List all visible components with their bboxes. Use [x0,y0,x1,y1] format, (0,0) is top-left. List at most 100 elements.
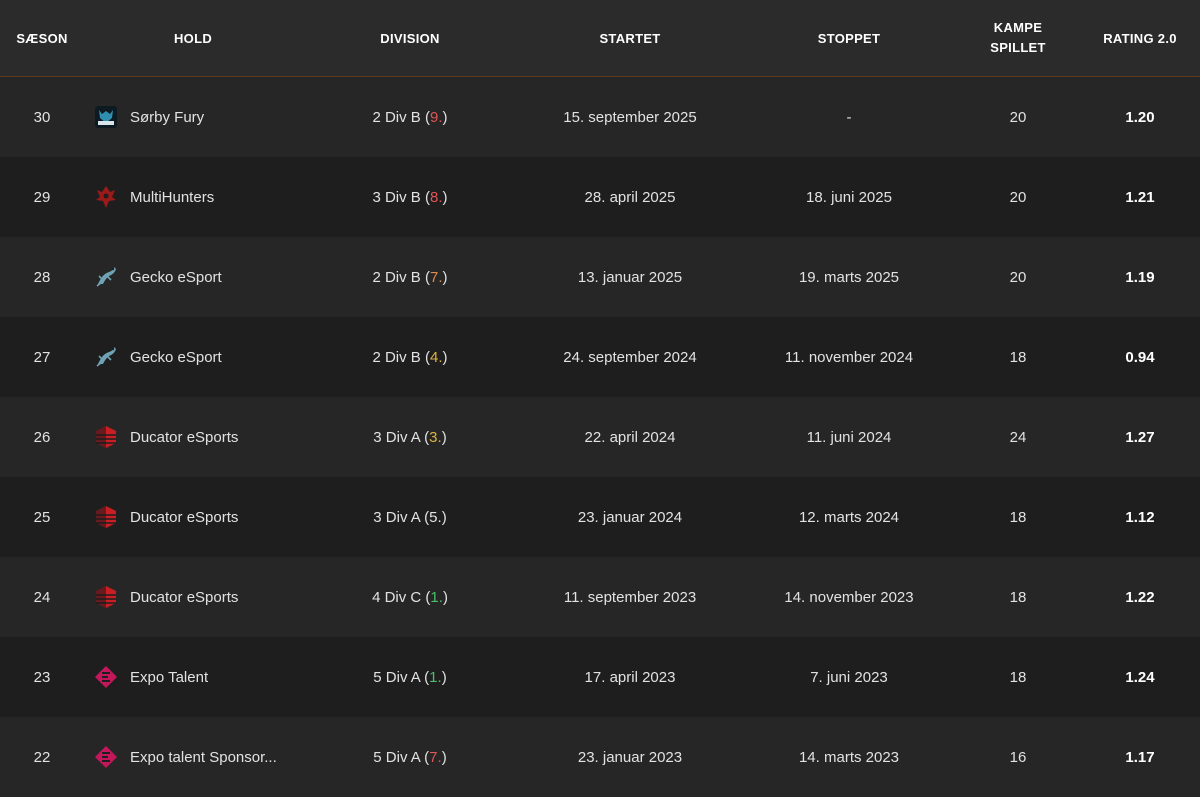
cell-started: 11. september 2023 [563,588,697,606]
header-season[interactable]: SÆSON [0,31,84,46]
cell-games-played: 18 [1009,348,1027,366]
cell-rating: 1.24 [1125,668,1155,686]
cell-division: 5 Div A (1.) [373,668,447,686]
division-name: 3 Div A [373,508,420,526]
cell-stopped: 11. november 2024 [784,348,914,366]
ducator-esports-logo-icon [92,423,120,451]
cell-stopped: 12. marts 2024 [798,508,900,526]
table-body: 30 Sørby Fury 2 Div B (9.) 15. september 20… [0,77,1200,797]
ducator-esports-logo-icon [92,503,120,531]
division-name: 5 Div A [373,668,420,686]
cell-season: 25 [33,508,51,526]
team-name-link[interactable]: Ducator eSports [130,589,238,606]
gecko-esport-logo-icon [92,263,120,291]
cell-games-played: 18 [1009,588,1027,606]
cell-stopped: 11. juni 2024 [806,428,892,446]
header-games-line1: KAMPE [993,20,1043,35]
cell-division: 5 Div A (7.) [373,748,447,766]
cell-team[interactable]: Expo Talent [84,663,302,691]
division-name: 2 Div B [372,348,421,366]
header-stopped[interactable]: STOPPET [742,31,956,46]
cell-started: 15. september 2025 [563,108,697,126]
cell-games-played: 16 [1009,748,1027,766]
header-started[interactable]: STARTET [518,31,742,46]
cell-started: 23. januar 2023 [577,748,683,766]
team-history-table: SÆSON HOLD DIVISION STARTET STOPPET KAMP… [0,0,1200,797]
cell-games-played: 20 [1009,108,1027,126]
cell-team[interactable]: Ducator eSports [84,503,302,531]
expo-talent-logo-icon [92,743,120,771]
cell-stopped: 14. november 2023 [784,588,914,606]
division-name: 2 Div B [372,108,421,126]
cell-season: 22 [33,748,51,766]
cell-division: 4 Div C (1.) [372,588,448,606]
cell-team[interactable]: Gecko eSport [84,343,302,371]
cell-division: 2 Div B (4.) [372,348,448,366]
table-row[interactable]: 27 Gecko eSport 2 Div B (4.) 24. september … [0,317,1200,397]
cell-stopped: 14. marts 2023 [798,748,900,766]
table-row[interactable]: 30 Sørby Fury 2 Div B (9.) 15. september 20… [0,77,1200,157]
table-row[interactable]: 25 Ducator eSports 3 Div A (5.) 23. januar … [0,477,1200,557]
team-name-link[interactable]: Gecko eSport [130,349,222,366]
cell-games-played: 18 [1009,668,1027,686]
cell-rating: 1.12 [1125,508,1155,526]
division-rank: 1. [429,668,442,686]
header-games-played[interactable]: KAMPE SPILLET [956,18,1080,58]
team-name-link[interactable]: MultiHunters [130,189,214,206]
cell-team[interactable]: MultiHunters [84,183,302,211]
cell-season: 30 [33,108,51,126]
cell-rating: 1.20 [1125,108,1155,126]
cell-season: 29 [33,188,51,206]
team-name-link[interactable]: Ducator eSports [130,429,238,446]
cell-stopped: 18. juni 2025 [806,188,892,206]
header-rating[interactable]: RATING 2.0 [1080,31,1200,46]
cell-started: 13. januar 2025 [577,268,683,286]
team-name-link[interactable]: Ducator eSports [130,509,238,526]
cell-team[interactable]: Gecko eSport [84,263,302,291]
header-team[interactable]: HOLD [84,31,302,46]
gecko-esport-logo-icon [92,343,120,371]
header-division[interactable]: DIVISION [302,31,518,46]
team-name-link[interactable]: Expo talent Sponsor... [130,749,277,766]
table-row[interactable]: 23 Expo Talent 5 Div A (1.) 17. april 2023 7… [0,637,1200,717]
cell-started: 28. april 2025 [584,188,676,206]
cell-games-played: 20 [1009,268,1027,286]
division-rank: 7. [429,748,442,766]
cell-team[interactable]: Ducator eSports [84,583,302,611]
cell-rating: 1.21 [1125,188,1155,206]
table-row[interactable]: 28 Gecko eSport 2 Div B (7.) 13. januar 202… [0,237,1200,317]
cell-division: 3 Div A (5.) [373,508,447,526]
division-rank: 9. [430,108,443,126]
cell-team[interactable]: Sørby Fury [84,103,302,131]
cell-stopped: 19. marts 2025 [798,268,900,286]
table-row[interactable]: 22 Expo talent Sponsor... 5 Div A (7.) 23. … [0,717,1200,797]
cell-games-played: 20 [1009,188,1027,206]
cell-season: 24 [33,588,51,606]
cell-team[interactable]: Ducator eSports [84,423,302,451]
division-rank: 3. [429,428,442,446]
cell-stopped: - [846,108,852,126]
table-row[interactable]: 26 Ducator eSports 3 Div A (3.) 22. april 2… [0,397,1200,477]
cell-rating: 1.17 [1125,748,1155,766]
division-rank: 4. [430,348,443,366]
header-games-line2: SPILLET [990,40,1046,55]
division-rank: 5. [429,508,442,526]
cell-rating: 1.19 [1125,268,1155,286]
cell-started: 23. januar 2024 [577,508,683,526]
cell-season: 27 [33,348,51,366]
team-name-link[interactable]: Expo Talent [130,669,208,686]
cell-team[interactable]: Expo talent Sponsor... [84,743,302,771]
cell-started: 22. april 2024 [584,428,676,446]
cell-division: 2 Div B (7.) [372,268,448,286]
team-name-link[interactable]: Sørby Fury [130,109,204,126]
ducator-esports-logo-icon [92,583,120,611]
cell-season: 26 [33,428,51,446]
cell-started: 24. september 2024 [563,348,697,366]
table-row[interactable]: 24 Ducator eSports 4 Div C (1.) 11. septemb… [0,557,1200,637]
cell-started: 17. april 2023 [584,668,676,686]
cell-season: 28 [33,268,51,286]
table-row[interactable]: 29 MultiHunters 3 Div B (8.) 28. april 2025… [0,157,1200,237]
division-name: 3 Div A [373,428,420,446]
cell-division: 2 Div B (9.) [372,108,448,126]
team-name-link[interactable]: Gecko eSport [130,269,222,286]
